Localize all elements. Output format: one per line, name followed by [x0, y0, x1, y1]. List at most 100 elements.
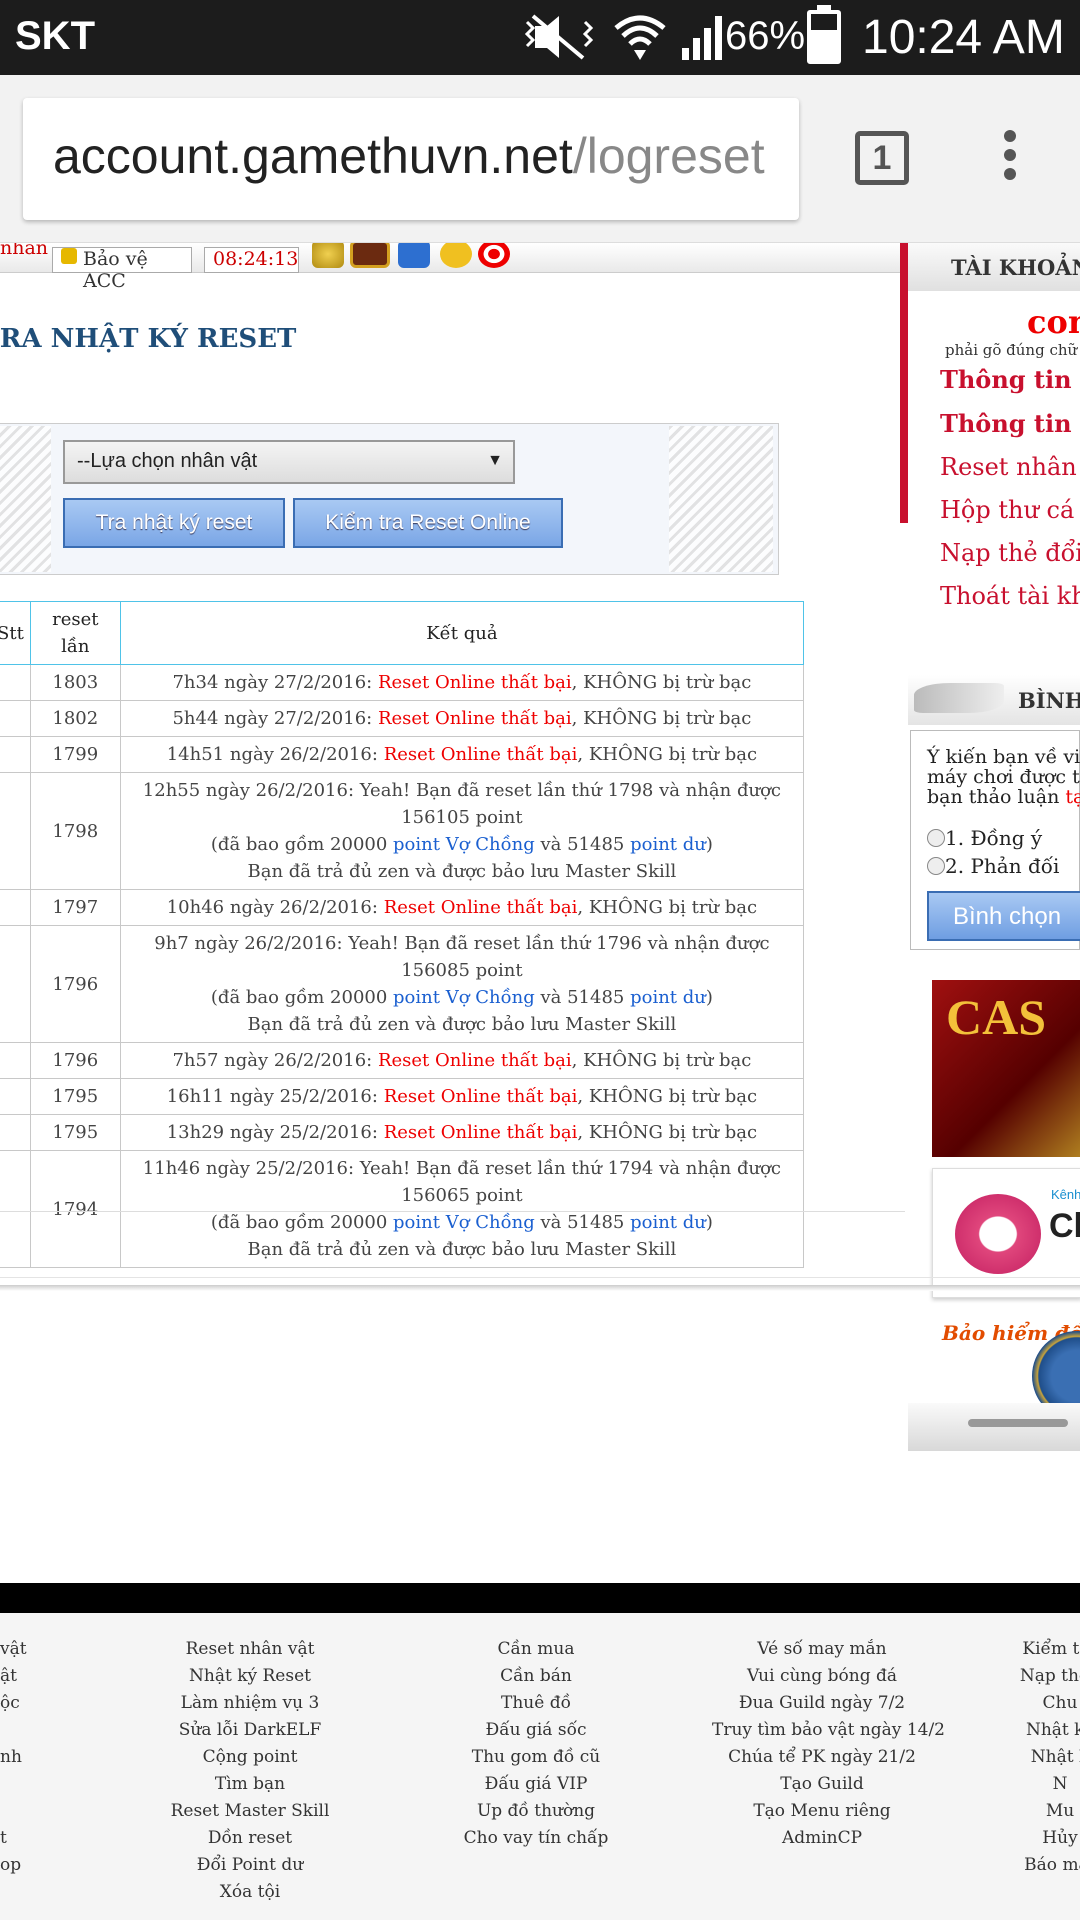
result-time: 13h29 ngày 25/2/2016: [166, 1122, 384, 1143]
result-fail: Reset Online thất bại [383, 1086, 578, 1107]
footer-link[interactable] [0, 1771, 27, 1798]
poll-option-disagree[interactable]: 2. Phản đối [927, 854, 1059, 878]
smiley-icon[interactable] [440, 243, 472, 268]
cell-reset-count: 1794 [29, 1150, 121, 1268]
footer-link[interactable]: Tạo Menu riêng [712, 1798, 932, 1825]
table-row: 1798 12h55 ngày 26/2/2016: Yeah! Bạn đã r… [0, 772, 805, 890]
carrier-label: SKT [15, 14, 95, 58]
footer-link[interactable]: Nhật k [1000, 1744, 1080, 1771]
sidebar-link-character-info[interactable]: Thông tin n [940, 409, 1080, 438]
chat-banner-label: Ch [1049, 1207, 1080, 1245]
result-time: 5h44 ngày 27/2/2016: [172, 708, 378, 729]
point-surplus-link[interactable]: point dư [630, 834, 706, 855]
radio-agree[interactable] [927, 829, 945, 847]
check-reset-online-button[interactable]: Kiểm tra Reset Online [293, 498, 563, 548]
point-couple-link[interactable]: point Vợ Chồng [393, 987, 535, 1008]
footer-link[interactable] [0, 1717, 27, 1744]
sidebar-link-logout[interactable]: Thoát tài kho [940, 582, 1080, 610]
footer-link[interactable]: Kiểm tra [1000, 1636, 1080, 1663]
sidebar-link-inbox[interactable]: Hộp thư cá n [940, 496, 1080, 524]
point-surplus-link[interactable]: point dư [630, 1212, 706, 1233]
footer-link[interactable]: Cộng point [150, 1744, 350, 1771]
signal-icon [682, 16, 722, 60]
footer-link[interactable]: Báo mất [1000, 1852, 1080, 1879]
footer-link[interactable]: Chu [1000, 1690, 1080, 1717]
point-couple-link[interactable]: point Vợ Chồng [393, 1212, 535, 1233]
poll-option-label: 1. Đồng ý [945, 826, 1043, 850]
footer-link[interactable]: op [0, 1852, 27, 1879]
result-line: 11h46 ngày 25/2/2016: Yeah! Bạn đã reset… [142, 1158, 781, 1206]
sidebar-link-reset-character[interactable]: Reset nhân v [940, 453, 1080, 481]
footer-column-4: Vé số may mắn Vui cùng bóng đá Đua Guild n… [712, 1636, 945, 1852]
footer-link[interactable]: N [1000, 1771, 1080, 1798]
footer-link[interactable]: Làm nhiệm vụ 3 [150, 1690, 350, 1717]
footer-link[interactable]: Reset nhân vật [150, 1636, 350, 1663]
character-select-value: --Lựa chọn nhân vật [77, 450, 258, 472]
footer-link[interactable]: AdminCP [712, 1825, 932, 1852]
footer-link[interactable]: Đấu giá VIP [436, 1771, 636, 1798]
footer-link[interactable]: Xóa tội [150, 1879, 350, 1906]
sidebar-link-account-info[interactable]: Thông tin tà [940, 365, 1080, 394]
footer-link[interactable]: Nhật ký Reset [150, 1663, 350, 1690]
target-icon[interactable] [478, 243, 510, 268]
footer-link[interactable]: ật [0, 1663, 27, 1690]
poll-option-agree[interactable]: 1. Đồng ý [927, 826, 1042, 850]
vote-button[interactable]: Bình chọn [927, 891, 1080, 941]
tab-switcher-button[interactable]: 1 [855, 131, 909, 185]
footer-link[interactable]: Truy tìm bảo vật ngày 14/2 [712, 1717, 945, 1744]
footer-link[interactable] [0, 1798, 27, 1825]
chest-icon[interactable] [350, 243, 390, 268]
poll-discuss-link[interactable]: tạ [1065, 786, 1080, 808]
footer-link[interactable]: t [0, 1825, 27, 1852]
url-host: account.gamethuvn.net [53, 128, 573, 184]
footer-link[interactable]: Chúa tể PK ngày 21/2 [712, 1744, 932, 1771]
browser-toolbar: account.gamethuvn.net/logreset 1 [0, 75, 1080, 243]
view-reset-log-button[interactable]: Tra nhật ký reset [63, 498, 285, 548]
footer-link[interactable]: vật [0, 1636, 27, 1663]
overflow-menu-icon[interactable] [990, 130, 1030, 190]
footer-link[interactable]: ộc [0, 1690, 27, 1717]
cart-icon[interactable] [398, 243, 430, 268]
footer-link[interactable]: Mu [1000, 1798, 1080, 1825]
sword-icon [968, 1419, 1068, 1427]
point-surplus-link[interactable]: point dư [630, 987, 706, 1008]
url-bar[interactable]: account.gamethuvn.net/logreset [23, 98, 799, 220]
column-header-reset-count: reset lần [29, 601, 121, 665]
footer-link[interactable]: Vé số may mắn [712, 1636, 932, 1663]
casino-banner[interactable]: CAS [932, 980, 1080, 1157]
footer-link[interactable]: Cần bán [436, 1663, 636, 1690]
footer-link[interactable]: Tìm bạn [150, 1771, 350, 1798]
footer-link[interactable]: Tạo Guild [712, 1771, 932, 1798]
coins-icon[interactable] [312, 243, 344, 268]
footer-link[interactable]: Đua Guild ngày 7/2 [712, 1690, 932, 1717]
footer-link[interactable]: Vui cùng bóng đá [712, 1663, 932, 1690]
table-row: 1796 9h7 ngày 26/2/2016: Yeah! Bạn đã res… [0, 925, 805, 1043]
sidebar-link-top-up[interactable]: Nạp thẻ đổi [940, 539, 1080, 567]
footer-link[interactable]: Đổi Point dư [150, 1852, 350, 1879]
character-select[interactable]: --Lựa chọn nhân vật ▼ [63, 440, 515, 484]
radio-disagree[interactable] [927, 857, 945, 875]
footer-link[interactable]: Reset Master Skill [150, 1798, 350, 1825]
chat-banner[interactable]: Kênh Ch [932, 1168, 1080, 1298]
footer-link[interactable]: Nhật ký [1000, 1717, 1080, 1744]
poll-header: BÌNH C [908, 675, 1080, 725]
footer-link[interactable]: Thu gom đồ cũ [436, 1744, 636, 1771]
username[interactable]: nhan [0, 243, 48, 259]
footer-link[interactable]: Dồn reset [150, 1825, 350, 1852]
footer-link[interactable]: Cho vay tín chấp [436, 1825, 636, 1852]
footer-link[interactable]: Sửa lỗi DarkELF [150, 1717, 350, 1744]
footer-link[interactable]: Hủy [1000, 1825, 1080, 1852]
footer-link[interactable]: Cần mua [436, 1636, 636, 1663]
cell-result: 16h11 ngày 25/2/2016: Reset Online thất … [119, 1078, 805, 1115]
footer-link[interactable]: Đấu giá sốc [436, 1717, 636, 1744]
footer-link[interactable]: Thuê đồ [436, 1690, 636, 1717]
cell-reset-count: 1795 [29, 1078, 121, 1115]
result-text: ) [705, 1212, 713, 1233]
footer-link[interactable]: Nạp thẻ - [1000, 1663, 1080, 1690]
server-clock: 08:24:13 [204, 247, 299, 273]
footer-link[interactable]: Up đồ thường [436, 1798, 636, 1825]
point-couple-link[interactable]: point Vợ Chồng [393, 834, 535, 855]
footer-link[interactable]: nh [0, 1744, 27, 1771]
cell-reset-count: 1798 [29, 772, 121, 890]
protect-acc-button[interactable]: Bảo vệ ACC [52, 247, 192, 292]
